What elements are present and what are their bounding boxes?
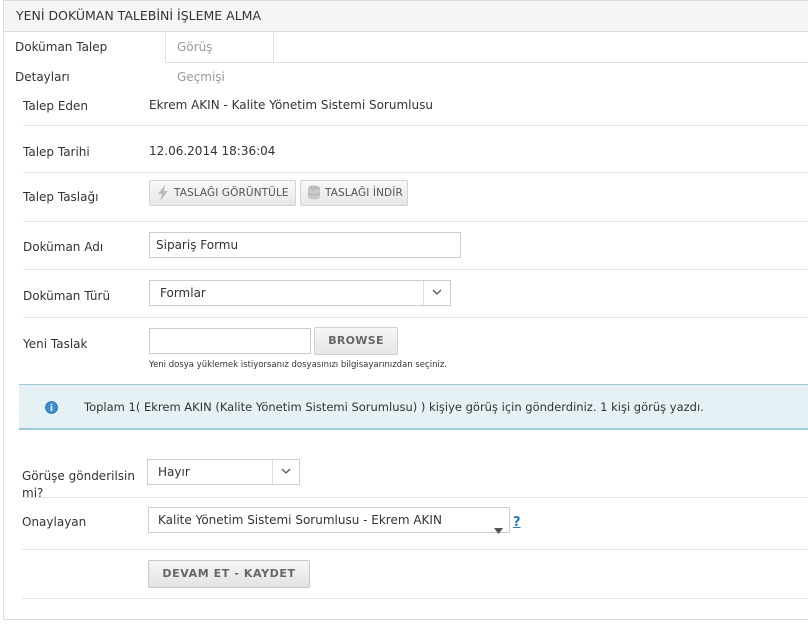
tab-bar: Doküman Talep Detayları Görüş Geçmişi	[4, 32, 808, 84]
panel-title: YENİ DOKÜMAN TALEBİNİ İŞLEME ALMA	[4, 1, 808, 32]
view-draft-label: TASLAĞI GÖRÜNTÜLE	[174, 187, 289, 199]
info-message-box: Toplam 1( Ekrem AKIN (Kalite Yönetim Sis…	[19, 384, 808, 430]
tab-review-history[interactable]: Görüş Geçmişi	[166, 32, 274, 84]
download-draft-button[interactable]: TASLAĞI İNDİR	[300, 180, 408, 206]
request-date-value: 12.06.2014 18:36:04	[149, 144, 276, 158]
submit-row: DEVAM ET - KAYDET	[22, 549, 808, 599]
browse-button[interactable]: BROWSE	[314, 327, 398, 355]
file-path-input[interactable]	[149, 328, 311, 354]
send-review-label-line1: Görüşe gönderilsin	[22, 469, 135, 483]
send-review-value: Hayır	[158, 465, 190, 479]
approver-help-link[interactable]: ?	[513, 515, 521, 530]
send-review-select[interactable]: Hayır	[147, 459, 300, 485]
tab-request-details[interactable]: Doküman Talep Detayları	[4, 32, 166, 84]
new-draft-row: Yeni Taslak BROWSE Yeni dosya yüklemek i…	[23, 317, 808, 385]
view-draft-button[interactable]: TASLAĞI GÖRÜNTÜLE	[149, 180, 296, 206]
doc-type-value: Formlar	[160, 286, 206, 300]
triangle-down-icon	[494, 518, 503, 542]
requester-row: Talep Eden Ekrem AKIN - Kalite Yönetim S…	[23, 85, 808, 126]
approver-label: Onaylayan	[22, 515, 87, 529]
download-draft-label: TASLAĞI İNDİR	[325, 187, 403, 199]
continue-save-button[interactable]: DEVAM ET - KAYDET	[148, 560, 310, 588]
info-message-text: Toplam 1( Ekrem AKIN (Kalite Yönetim Sis…	[84, 400, 704, 414]
request-date-row: Talep Tarihi 12.06.2014 18:36:04	[23, 125, 808, 173]
doc-type-select[interactable]: Formlar	[149, 280, 451, 306]
requester-label: Talep Eden	[23, 99, 89, 113]
doc-name-input[interactable]: Sipariş Formu	[149, 232, 461, 258]
info-icon	[45, 401, 58, 417]
doc-type-label: Doküman Türü	[23, 289, 111, 303]
doc-name-label: Doküman Adı	[23, 240, 104, 254]
draft-label: Talep Taslağı	[23, 190, 99, 204]
approver-select[interactable]: Kalite Yönetim Sistemi Sorumlusu - Ekrem…	[148, 507, 510, 534]
draft-row: Talep Taslağı TASLAĞI GÖRÜNTÜLE TASLAĞI …	[23, 172, 808, 222]
lightning-icon	[156, 185, 170, 201]
approver-row: Onaylayan Kalite Yönetim Sistemi Sorumlu…	[22, 497, 808, 550]
send-review-row: Görüşe gönderilsin mi? Hayır	[22, 453, 808, 500]
requester-value: Ekrem AKIN - Kalite Yönetim Sistemi Soru…	[149, 98, 433, 112]
doc-type-row: Doküman Türü Formlar	[23, 269, 808, 318]
database-icon	[307, 185, 321, 201]
new-draft-label: Yeni Taslak	[23, 337, 88, 351]
doc-name-row: Doküman Adı Sipariş Formu	[23, 221, 808, 270]
chevron-down-icon	[272, 460, 299, 484]
request-date-label: Talep Tarihi	[23, 145, 90, 159]
upload-hint: Yeni dosya yüklemek istiyorsanız dosyası…	[149, 360, 447, 370]
chevron-down-icon	[423, 281, 450, 305]
approver-value: Kalite Yönetim Sistemi Sorumlusu - Ekrem…	[158, 513, 442, 527]
